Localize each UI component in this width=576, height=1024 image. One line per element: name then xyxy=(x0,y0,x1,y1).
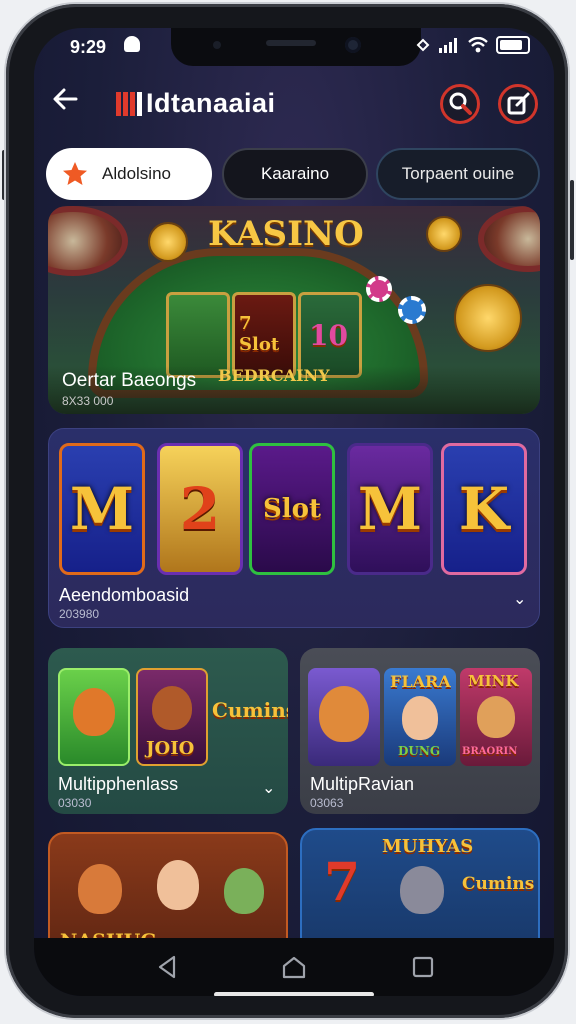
slot-tile-text: 2 xyxy=(179,475,221,543)
thumb-text: FLARA xyxy=(390,672,451,691)
notification-icon xyxy=(124,36,140,52)
nav-back-button[interactable] xyxy=(152,952,182,982)
chains-badge-text: Cumins xyxy=(462,874,535,894)
banner-center-label: BEDRCAINY xyxy=(218,366,330,385)
chevron-down-icon[interactable]: ⌄ xyxy=(513,589,526,609)
vibrate-icon xyxy=(416,38,430,52)
brand-name: Idtanaaiai xyxy=(146,88,276,118)
slot-tile-m[interactable]: M xyxy=(59,443,145,575)
slots-panel[interactable]: M 2 Slot M K Aeendomboasid 203980 ⌄ xyxy=(48,428,540,628)
flara-game-thumbnail[interactable]: FLARA DUNG xyxy=(384,668,456,766)
slots-panel-subtitle: 203980 xyxy=(59,607,100,621)
number-card-text: 10 xyxy=(309,319,348,352)
woman-character-image xyxy=(402,696,438,740)
thumb-text: JOIO xyxy=(146,738,195,759)
tab-aldolsino[interactable]: Aldolsino xyxy=(46,148,212,200)
tab-torpaent-ouine[interactable]: Torpaent ouine xyxy=(376,148,540,200)
roulette-wheel-image xyxy=(478,206,540,272)
phone-power-button xyxy=(570,180,574,260)
signal-icon xyxy=(439,38,457,53)
status-bar: 9:29 xyxy=(34,28,554,68)
coin-image xyxy=(454,284,522,352)
category-tabs: Aldolsino Kaaraino Torpaent ouine xyxy=(46,148,546,200)
fox-character-image xyxy=(73,688,115,736)
slot-tile-slot[interactable]: Slot xyxy=(249,443,335,575)
slot-tile-text: M xyxy=(357,475,423,543)
system-navigation-bar xyxy=(34,938,554,996)
wolf-character-image xyxy=(152,686,192,730)
lizard-character-image xyxy=(224,868,264,914)
thumb-text: MINK xyxy=(468,672,519,690)
star-icon xyxy=(63,162,87,185)
status-time: 9:29 xyxy=(70,37,107,57)
shiba-character-image xyxy=(319,686,369,742)
fox-game-thumbnail[interactable] xyxy=(58,668,130,766)
dog-character-image xyxy=(477,696,515,738)
roulette-wheel-image xyxy=(48,206,128,276)
multiplayer-panel-left[interactable]: JOIO Cumins Multipphenlass 03030 ⌄ xyxy=(48,648,288,814)
back-arrow-icon[interactable] xyxy=(50,84,90,124)
nav-home-button[interactable] xyxy=(279,952,309,982)
wifi-icon xyxy=(468,37,488,53)
multiplayer-label-right: MultipRavian xyxy=(310,774,415,794)
slot-tile-k[interactable]: K xyxy=(441,443,527,575)
multiplayer-subtitle-left: 03030 xyxy=(58,796,92,810)
slot-tile-text: K xyxy=(458,475,510,543)
multiplayer-subtitle-right: 03063 xyxy=(310,796,344,810)
app-header: Idtanaaiai xyxy=(34,80,554,128)
bottom-right-label: MUHYAS xyxy=(382,836,474,857)
tab-label: Kaaraino xyxy=(260,164,330,183)
casino-chip-image xyxy=(366,276,392,302)
slot-tile-2[interactable]: 2 xyxy=(157,443,243,575)
slot-tile-text: Slot xyxy=(262,494,321,524)
nav-recents-button[interactable] xyxy=(408,952,438,982)
slots-panel-label: Aeendomboasid xyxy=(59,585,190,605)
edit-button[interactable] xyxy=(498,84,538,124)
search-icon xyxy=(449,92,472,115)
tab-label: Aldolsino xyxy=(102,164,171,183)
home-icon xyxy=(282,956,306,979)
lucky-seven-text: 7 xyxy=(324,852,361,913)
slot-tile-text: M xyxy=(69,475,135,543)
battery-icon xyxy=(496,36,530,54)
recents-icon xyxy=(412,956,434,978)
tab-label: Torpaent ouine xyxy=(401,164,515,183)
banner-title: Oertar Baeongs xyxy=(62,370,197,391)
tab-kaaraino[interactable]: Kaaraino xyxy=(222,148,368,200)
banner-heading: KASINO xyxy=(208,214,364,254)
fox-character-image xyxy=(78,864,122,914)
coin-image xyxy=(148,222,188,262)
boy-character-image xyxy=(157,860,199,910)
chains-game-thumbnail[interactable]: Cumins xyxy=(210,668,288,766)
thumb-text: Cumins xyxy=(212,698,288,722)
multiplayer-panel-right[interactable]: FLARA DUNG MINK BRAORIN MultipRavian 030… xyxy=(300,648,540,814)
shiba-game-thumbnail[interactable] xyxy=(308,668,380,766)
chevron-down-icon[interactable]: ⌄ xyxy=(262,778,275,798)
slot-card-text: 7 Slot xyxy=(239,313,280,355)
triangle-back-icon xyxy=(158,955,176,979)
coin-image xyxy=(426,216,462,252)
multiplayer-label-left: Multipphenlass xyxy=(58,774,179,794)
phone-frame: 9:29 Idtanaaiai Aldolsino Kaaraino Torpa… xyxy=(6,4,568,1018)
mink-game-thumbnail[interactable]: MINK BRAORIN xyxy=(460,668,532,766)
casino-chip-image xyxy=(398,296,426,324)
app-screen: 9:29 Idtanaaiai Aldolsino Kaaraino Torpa… xyxy=(34,28,554,996)
wolf-game-thumbnail[interactable]: JOIO xyxy=(136,668,208,766)
slot-tile-m2[interactable]: M xyxy=(347,443,433,575)
thumb-text: DUNG xyxy=(398,744,441,758)
brand-logo-icon xyxy=(116,92,142,116)
wolf-character-image xyxy=(400,866,444,914)
home-indicator[interactable] xyxy=(214,992,374,996)
status-icons xyxy=(416,36,530,54)
featured-casino-banner[interactable]: KASINO 7 Slot 10 BEDRCAINY Oertar Baeong… xyxy=(48,206,540,414)
banner-subtitle: 8X33 000 xyxy=(62,394,114,408)
edit-icon xyxy=(507,92,530,115)
thumb-text: BRAORIN xyxy=(462,746,518,757)
search-button[interactable] xyxy=(440,84,480,124)
